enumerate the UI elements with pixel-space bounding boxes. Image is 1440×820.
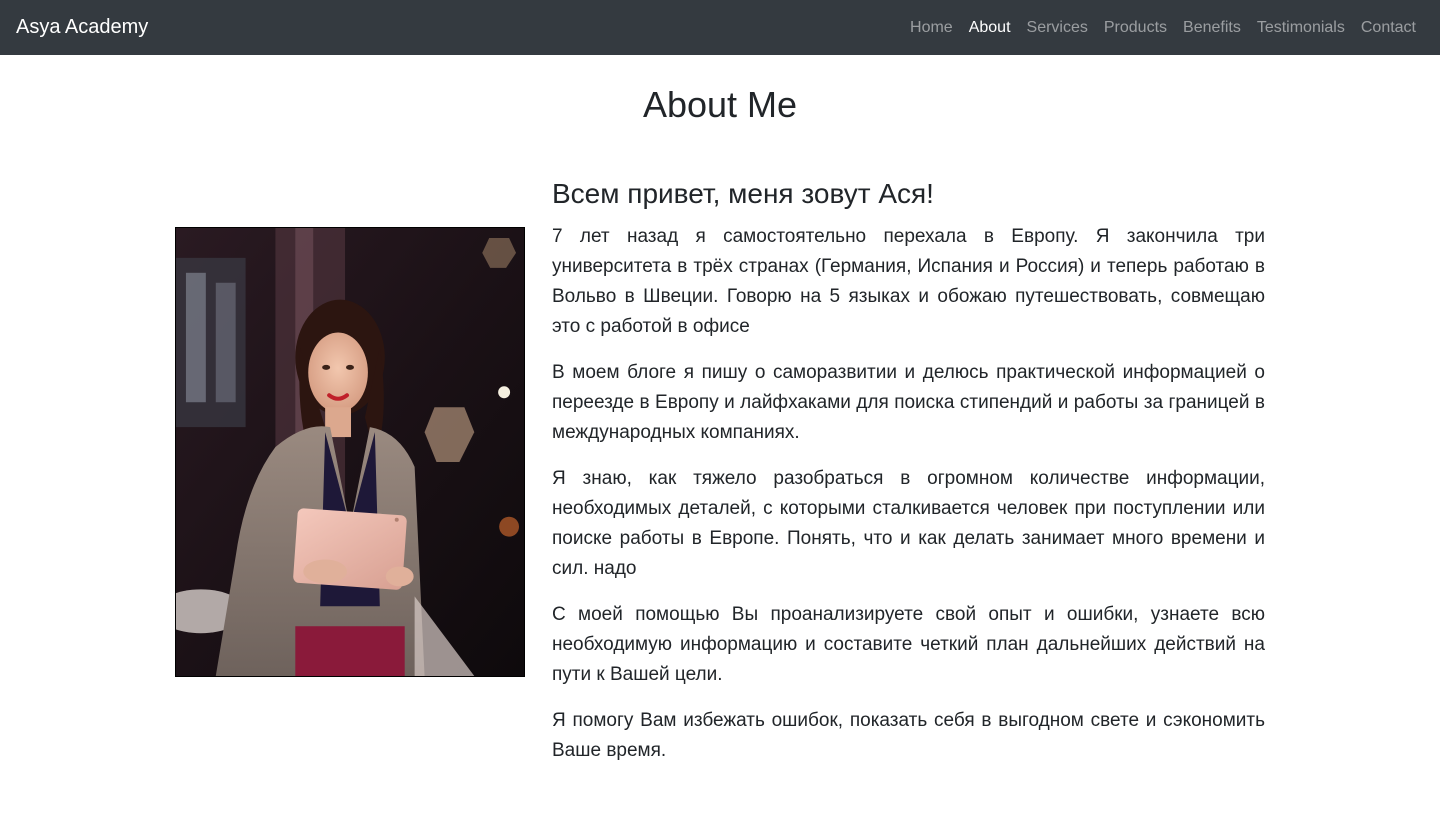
nav-link-contact[interactable]: Contact <box>1353 19 1424 37</box>
about-paragraph: Я помогу Вам избежать ошибок, показать с… <box>552 710 1265 761</box>
about-paragraph: В моем блоге я пишу о саморазвитии и дел… <box>552 362 1265 443</box>
nav-link-services[interactable]: Services <box>1019 19 1096 37</box>
profile-photo <box>175 227 525 677</box>
about-paragraph: Я знаю, как тяжело разобраться в огромно… <box>552 468 1265 579</box>
nav-link-about[interactable]: About <box>961 19 1019 37</box>
greeting-heading: Всем привет, меня зовут Ася! <box>552 178 934 209</box>
about-text-column: Всем привет, меня зовут Ася! 7 лет назад… <box>552 172 1265 782</box>
about-paragraph: С моей помощью Вы проанализируете свой о… <box>552 604 1265 685</box>
nav-links: Home About Services Products Benefits Te… <box>902 19 1424 37</box>
nav-link-products[interactable]: Products <box>1096 19 1175 37</box>
nav-link-testimonials[interactable]: Testimonials <box>1249 19 1353 37</box>
brand-link[interactable]: Asya Academy <box>16 16 148 39</box>
top-navbar: Asya Academy Home About Services Product… <box>0 0 1440 55</box>
nav-link-home[interactable]: Home <box>902 19 961 37</box>
about-paragraph: 7 лет назад я самостоятельно перехала в … <box>552 226 1265 337</box>
nav-link-benefits[interactable]: Benefits <box>1175 19 1249 37</box>
page-title: About Me <box>642 84 798 125</box>
